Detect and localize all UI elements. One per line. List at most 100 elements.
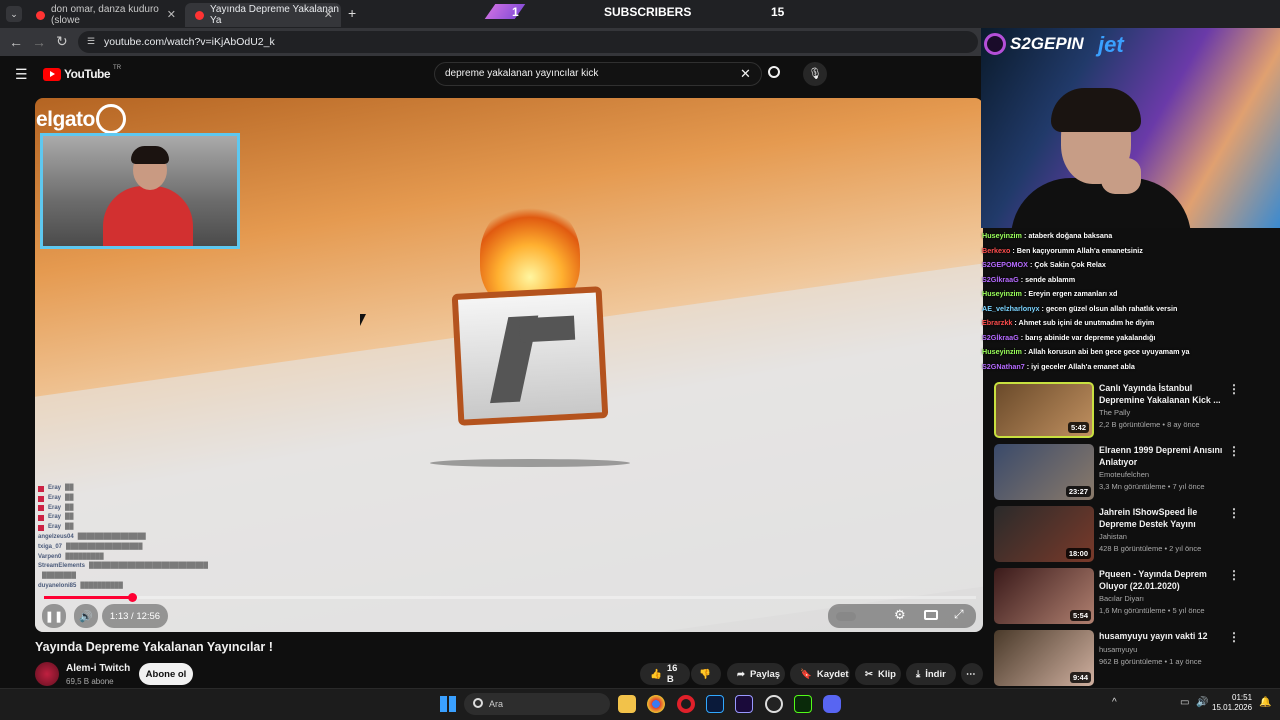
youtube-logo[interactable]: YouTube TR [43, 65, 121, 81]
video-channel[interactable]: The Pally [1099, 408, 1130, 417]
video-meta: 428 B görüntüleme • 2 yıl önce [1099, 544, 1202, 553]
network-icon[interactable]: ▭ [1180, 697, 1189, 708]
download-icon: ⤓ [916, 668, 921, 680]
video-meta: 962 B görüntüleme • 1 ay önce [1099, 657, 1202, 666]
progress-scrubber-handle[interactable] [127, 593, 137, 602]
video-title[interactable]: husamyuyu yayın vakti 12 [1099, 631, 1229, 643]
chat-username: Berkexo [982, 245, 1011, 255]
chat-username: Huseyinzim [982, 289, 1022, 298]
more-options-icon[interactable]: ⋮ [1228, 568, 1240, 582]
more-actions-button[interactable]: ⋯ [961, 663, 983, 685]
scissors-icon: ✂ [865, 668, 873, 680]
settings-gear-icon[interactable]: ⚙ [894, 607, 906, 623]
hamburger-menu-icon[interactable]: ☰ [15, 66, 28, 83]
search-input[interactable]: depreme yakalanan yayıncılar kick [445, 68, 598, 79]
video-duration: 18:00 [1065, 548, 1091, 559]
browser-tab-2[interactable]: Yayında Depreme Yakalanan Ya ✕ [185, 3, 341, 27]
save-button[interactable]: 🔖 Kaydet [790, 663, 850, 685]
channel-avatar[interactable] [35, 662, 59, 686]
video-channel[interactable]: Jahistan [1099, 532, 1127, 541]
chat-username: S2GEPOMOX [982, 260, 1028, 269]
video-thumbnail[interactable]: 23:27 [994, 444, 1094, 500]
discord-icon[interactable] [823, 695, 841, 713]
video-title[interactable]: Elraenn 1999 Depremi Anısını Anlatıyor [1099, 445, 1229, 468]
video-thumbnail[interactable]: 5:54 [994, 568, 1094, 624]
webcam-person-shirt [103, 186, 193, 246]
file-explorer-icon[interactable] [618, 695, 636, 713]
download-label: İndir [925, 668, 946, 680]
overlay-right-count: 15 [771, 5, 785, 19]
video-thumbnail[interactable]: 5:42 [994, 382, 1094, 438]
photoshop-icon[interactable] [706, 695, 724, 713]
back-icon[interactable]: ← [9, 34, 23, 50]
dislike-button[interactable]: 👎 [691, 663, 721, 685]
stream-chat-line: Berkexo: Ben kaçıyorumm Allah'a emanetsi… [982, 245, 1143, 255]
share-label: Paylaş [749, 668, 781, 680]
video-progress-track[interactable] [44, 596, 976, 599]
reload-icon[interactable]: ↻ [56, 33, 68, 50]
windows-start-icon[interactable] [440, 696, 456, 712]
browser-tab-1[interactable]: don omar, danza kuduro (slowe ✕ [26, 3, 184, 27]
clip-button[interactable]: ✂ Klip [855, 663, 901, 685]
premiere-icon[interactable] [735, 695, 753, 713]
system-clock[interactable]: 01:51 15.01.2026 [1212, 693, 1252, 713]
notifications-icon[interactable]: 🔔 [1259, 697, 1271, 708]
like-button[interactable]: 👍 16 B [640, 663, 690, 685]
autoplay-toggle[interactable] [836, 612, 856, 621]
more-options-icon[interactable]: ⋮ [1228, 444, 1240, 458]
video-channel[interactable]: Bacılar Diyarı [1099, 594, 1144, 603]
more-options-icon[interactable]: ⋮ [1228, 630, 1240, 644]
youtube-favicon-icon [36, 10, 45, 20]
theater-mode-icon[interactable] [924, 610, 938, 620]
video-channel[interactable]: Emoteufelchen [1099, 470, 1149, 479]
chat-message: Allah korusun abi ben gece gece uyuyamam… [1028, 347, 1190, 356]
time-separator: / [128, 610, 137, 622]
tray-expand-icon[interactable]: ^ [1112, 697, 1117, 708]
chrome-icon[interactable] [647, 695, 665, 713]
taskbar-search-placeholder[interactable]: Ara [489, 699, 503, 709]
channel-subscriber-count: 69,5 B abone [66, 677, 114, 686]
new-tab-button[interactable]: + [348, 5, 356, 21]
volume-button[interactable]: 🔊 [74, 604, 98, 628]
video-thumbnail[interactable]: 9:44 [994, 630, 1094, 686]
url-text[interactable]: youtube.com/watch?v=iKjAbOdU2_k [104, 36, 275, 48]
recommended-video[interactable]: 18:00 Jahrein IShowSpeed İle Depreme Des… [992, 504, 1272, 562]
video-thumbnail[interactable]: 18:00 [994, 506, 1094, 562]
close-tab-icon[interactable]: ✕ [167, 8, 176, 21]
site-info-icon[interactable]: ☰ [87, 36, 95, 47]
video-channel[interactable]: husamyuyu [1099, 645, 1137, 654]
taskbar-search[interactable] [464, 693, 610, 715]
logo-shadow [430, 459, 630, 467]
channel-name[interactable]: Alem-i Twitch [66, 663, 130, 674]
chat-username: Huseyinzim [982, 347, 1022, 356]
close-tab-icon[interactable]: ✕ [324, 8, 333, 21]
recommended-video[interactable]: 5:54 Pqueen - Yayında Deprem Oluyor (22.… [992, 566, 1272, 624]
video-title[interactable]: Pqueen - Yayında Deprem Oluyor (22.01.20… [1099, 569, 1229, 592]
more-options-icon[interactable]: ⋮ [1228, 506, 1240, 520]
webcam-inset [40, 133, 240, 249]
more-options-icon[interactable]: ⋮ [1228, 382, 1240, 396]
recommended-video[interactable]: 9:44 husamyuyu yayın vakti 12 husamyuyu … [992, 628, 1272, 686]
download-button[interactable]: ⤓ İndir [906, 663, 956, 685]
stream-chat-line: S2GİkraaG: barış abinide var depreme yak… [982, 332, 1156, 342]
voice-search-icon[interactable]: 🎙 [803, 62, 827, 86]
recommended-video[interactable]: 23:27 Elraenn 1999 Depremi Anısını Anlat… [992, 442, 1272, 500]
video-progress-played [44, 596, 132, 599]
volume-icon[interactable]: 🔊 [1196, 697, 1208, 708]
recommended-video[interactable]: 5:42 Canlı Yayında İstanbul Depremine Ya… [992, 380, 1272, 438]
tab-label: don omar, danza kuduro (slowe [51, 4, 159, 26]
video-title[interactable]: Jahrein IShowSpeed İle Depreme Destek Ya… [1099, 507, 1229, 530]
search-icon[interactable] [768, 66, 780, 78]
terminal-icon[interactable] [794, 695, 812, 713]
forward-icon[interactable]: → [32, 34, 46, 50]
tab-list-dropdown-icon[interactable]: ⌄ [6, 6, 22, 22]
obs-icon[interactable] [765, 695, 783, 713]
share-button[interactable]: ➦ Paylaş [727, 663, 785, 685]
subscribe-button[interactable]: Abone ol [139, 663, 193, 685]
fullscreen-icon[interactable]: ⤢ [954, 607, 964, 622]
pause-button[interactable]: ❚❚ [42, 604, 66, 628]
chat-line: angelzeus04 ████████████████ [38, 533, 146, 540]
clear-search-icon[interactable]: ✕ [740, 66, 751, 82]
opera-icon[interactable] [677, 695, 695, 713]
video-title[interactable]: Canlı Yayında İstanbul Depremine Yakalan… [1099, 383, 1229, 406]
